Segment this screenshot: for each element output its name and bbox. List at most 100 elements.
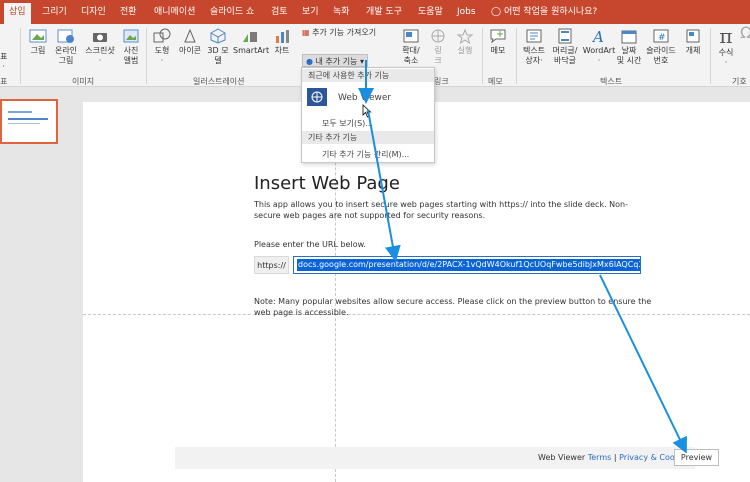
addin-icon: ● <box>306 57 313 66</box>
comment-icon <box>490 29 506 44</box>
picture-button[interactable]: 그림 <box>26 28 50 56</box>
star-icon <box>456 28 474 44</box>
screenshot-button[interactable]: 스크린샷 · <box>82 28 118 66</box>
link-button[interactable]: 링크 <box>428 28 448 66</box>
calendar-icon <box>621 30 637 44</box>
equation-button[interactable]: π 수식 · <box>714 24 738 68</box>
manage-other-addins-item[interactable]: 기타 추가 기능 관리(M)... <box>322 149 409 160</box>
tab-recording[interactable]: 녹화 <box>328 4 355 22</box>
header-footer-button[interactable]: 머리글/바닥글 <box>550 28 580 66</box>
lightbulb-icon: ◯ <box>491 7 502 17</box>
tab-developer[interactable]: 개발 도구 <box>361 4 407 22</box>
chart-icon <box>276 30 289 43</box>
icons-icon <box>184 28 196 43</box>
footer-app-name: Web Viewer <box>538 453 586 462</box>
smartart-button[interactable]: SmartArt <box>233 28 269 56</box>
recent-addins-header: 최근에 사용한 추가 기능 <box>302 69 434 82</box>
tab-help[interactable]: 도움말 <box>413 4 448 22</box>
mouse-cursor-icon <box>362 104 372 118</box>
group-label-links: 링크 <box>434 77 449 86</box>
slide-number-icon: # <box>653 29 669 43</box>
tab-review[interactable]: 검토 <box>266 4 293 22</box>
slide-thumbnail[interactable] <box>0 99 58 144</box>
group-label-illustrations: 일러스트레이션 <box>193 77 245 86</box>
tab-insert[interactable]: 삽입 <box>4 3 31 24</box>
textbox-button[interactable]: 텍스트 상자· <box>520 28 548 66</box>
divider <box>20 28 21 84</box>
thumb-line <box>8 118 48 120</box>
footer-separator: | <box>613 453 617 462</box>
object-icon <box>686 29 700 43</box>
group-label-comments: 메모 <box>488 77 503 86</box>
table-button[interactable]: 표 · <box>0 52 7 72</box>
url-prefix: https:// <box>254 256 289 274</box>
my-addins-dropdown: 최근에 사용한 추가 기능 Web Viewer 모두 보기(S)... 기타 … <box>301 67 435 163</box>
web-viewer-icon <box>307 88 327 106</box>
online-picture-icon <box>57 29 74 43</box>
svg-text:A: A <box>591 28 604 44</box>
3d-models-button[interactable]: 3D 모델 <box>206 28 230 66</box>
see-all-item[interactable]: 모두 보기(S)... <box>322 118 373 129</box>
picture-icon <box>29 29 47 43</box>
store-icon: ▦ <box>302 28 310 37</box>
wordart-button[interactable]: A WordArt · <box>582 28 616 66</box>
photo-album-icon <box>123 29 139 43</box>
globe-icon <box>431 29 445 43</box>
zoom-icon <box>403 29 419 43</box>
chart-button[interactable]: 차트 <box>270 28 294 56</box>
thumb-line <box>8 111 32 113</box>
slide-thumbnail-pane <box>0 88 73 482</box>
symbol-button[interactable]: Ω <box>740 25 750 41</box>
group-label-symbols: 기호 <box>732 77 747 86</box>
page-title: Insert Web Page <box>254 173 400 194</box>
date-time-button[interactable]: 날짜 및 시간 <box>616 28 642 66</box>
tell-me-search[interactable]: ◯ 어떤 작업을 원하시나요? <box>486 4 602 22</box>
terms-link[interactable]: Terms <box>588 453 612 462</box>
svg-text:#: # <box>658 33 666 43</box>
other-addins-header: 기타 추가 기능 <box>302 131 434 144</box>
get-addins-button[interactable]: ▦ 추가 기능 가져오기 <box>302 28 376 38</box>
shapes-icon <box>153 28 171 43</box>
pi-icon: π <box>719 24 733 48</box>
object-button[interactable]: 개체 <box>682 28 704 56</box>
url-input[interactable]: docs.google.com/presentation/d/e/2PACX-1… <box>293 256 641 274</box>
description-text: This app allows you to insert secure web… <box>254 200 628 220</box>
thumb-line <box>8 123 40 124</box>
slide-number-button[interactable]: # 슬라이드 번호 <box>643 28 679 66</box>
divider <box>482 28 483 84</box>
tab-draw[interactable]: 그리기 <box>37 4 72 22</box>
divider <box>516 28 517 84</box>
smartart-icon <box>243 32 257 42</box>
omega-icon: Ω <box>740 23 750 42</box>
url-prompt: Please enter the URL below. <box>254 240 366 249</box>
icons-button[interactable]: 아이콘 <box>176 28 204 56</box>
ribbon-tab-bar: 삽입 그리기 디자인 전환 애니메이션 슬라이드 쇼 검토 보기 녹화 개발 도… <box>0 0 750 24</box>
textbox-icon <box>526 29 542 43</box>
group-label-table: 표 <box>0 77 8 86</box>
group-label-images: 이미지 <box>72 77 95 86</box>
camera-icon <box>93 33 107 42</box>
photo-album-button[interactable]: 사진 앨범 <box>120 28 142 66</box>
my-addins-button[interactable]: ● 내 추가 기능 ▾ <box>302 54 368 67</box>
tab-jobs[interactable]: Jobs <box>452 4 481 22</box>
footer-links: Web Viewer Terms | Privacy & Cookies <box>538 453 691 462</box>
online-picture-button[interactable]: 온라인 그림 <box>52 28 80 66</box>
divider <box>710 28 711 84</box>
zoom-button[interactable]: 확대/축소 <box>398 28 424 66</box>
wordart-icon: A <box>591 28 604 44</box>
header-footer-icon <box>558 28 572 44</box>
url-input-selected-text: docs.google.com/presentation/d/e/2PACX-1… <box>297 259 640 271</box>
shapes-button[interactable]: 도형 · <box>150 28 174 66</box>
tab-view[interactable]: 보기 <box>297 4 324 22</box>
note-text: Note: Many popular websites allow secure… <box>254 297 652 317</box>
tab-transitions[interactable]: 전환 <box>115 4 142 22</box>
tab-slideshow[interactable]: 슬라이드 쇼 <box>205 4 259 22</box>
cube-icon <box>210 28 226 44</box>
action-button[interactable]: 실행 <box>454 28 476 56</box>
tab-animations[interactable]: 애니메이션 <box>149 4 200 22</box>
comment-button[interactable]: 메모 <box>486 28 510 56</box>
divider <box>146 28 147 84</box>
tab-design[interactable]: 디자인 <box>76 4 111 22</box>
preview-button[interactable]: Preview <box>674 449 719 466</box>
group-label-text: 텍스트 <box>600 77 623 86</box>
